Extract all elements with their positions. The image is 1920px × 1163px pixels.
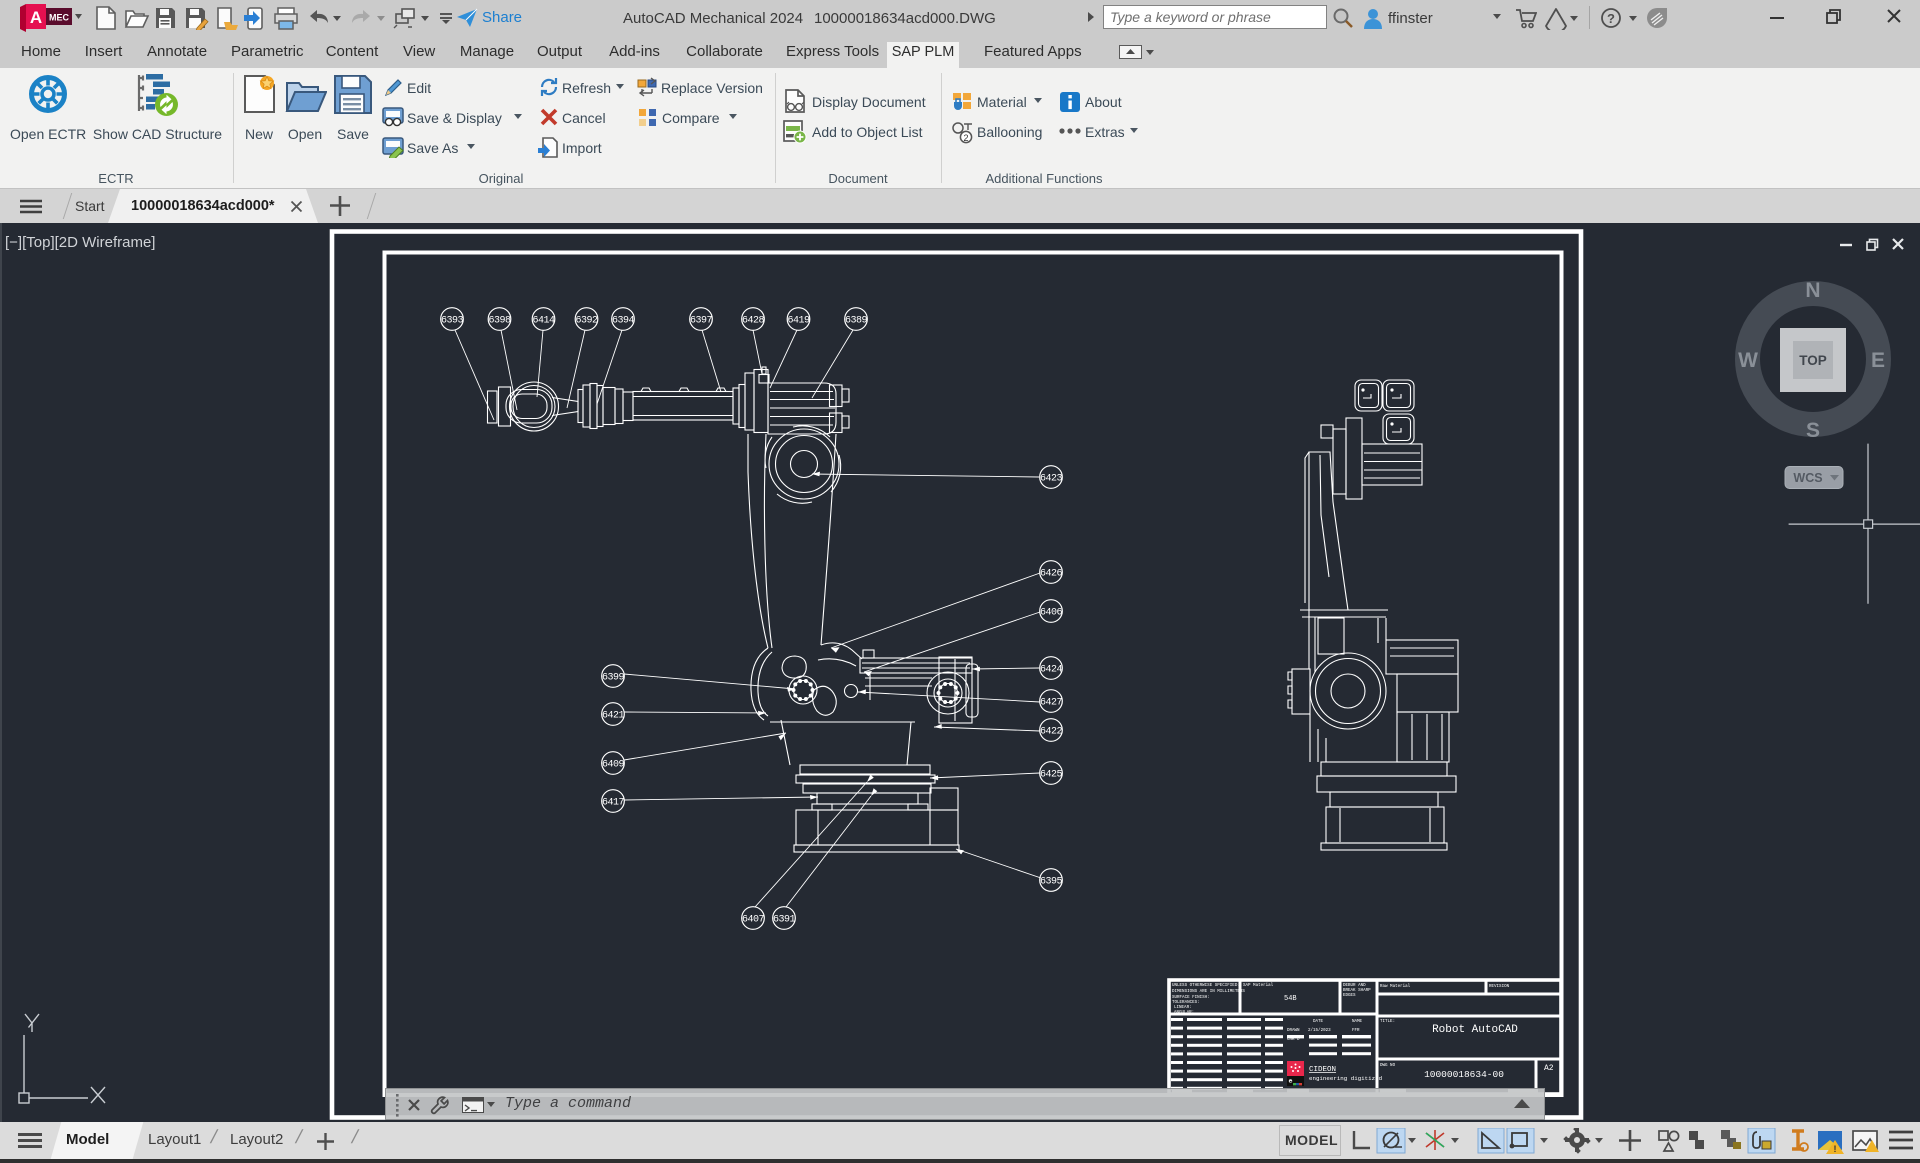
svg-text:6421: 6421 bbox=[602, 711, 625, 722]
svg-text:6407: 6407 bbox=[742, 915, 765, 926]
svg-text:6427: 6427 bbox=[1040, 698, 1063, 709]
svg-text:LINEAR:: LINEAR: bbox=[1174, 1006, 1192, 1010]
svg-text:ANGULAR:: ANGULAR: bbox=[1174, 1011, 1194, 1015]
svg-text:6428: 6428 bbox=[742, 316, 765, 327]
svg-text:TOP: TOP bbox=[1799, 353, 1827, 368]
svg-text:6395: 6395 bbox=[1040, 877, 1063, 888]
svg-text:TOLERANCES:: TOLERANCES: bbox=[1172, 1001, 1200, 1005]
svg-text:54B: 54B bbox=[1284, 995, 1297, 1003]
svg-text:DRAWN: DRAWN bbox=[1287, 1029, 1300, 1033]
svg-text:6417: 6417 bbox=[602, 798, 625, 809]
svg-text:6389: 6389 bbox=[845, 316, 868, 327]
svg-text:MEC: MEC bbox=[49, 13, 70, 23]
svg-text:N: N bbox=[1805, 279, 1820, 302]
svg-text:FFR: FFR bbox=[1352, 1029, 1360, 1033]
svg-text:6399: 6399 bbox=[602, 673, 625, 684]
svg-text:DATE: DATE bbox=[1313, 1020, 1324, 1024]
svg-text:6424: 6424 bbox=[1040, 665, 1063, 676]
svg-text:DWG NO: DWG NO bbox=[1380, 1064, 1396, 1068]
svg-text:REVISION: REVISION bbox=[1489, 985, 1510, 989]
svg-text:W: W bbox=[1738, 349, 1758, 372]
svg-text:DIMENSIONS ARE IN MILLIMETERS: DIMENSIONS ARE IN MILLIMETERS bbox=[1172, 990, 1245, 994]
svg-text:6397: 6397 bbox=[690, 316, 713, 327]
svg-text:2/15/2023: 2/15/2023 bbox=[1308, 1028, 1331, 1033]
svg-text:UNLESS OTHERWISE SPECIFIED:: UNLESS OTHERWISE SPECIFIED: bbox=[1172, 984, 1240, 988]
svg-text:E: E bbox=[1871, 349, 1885, 372]
svg-text:6409: 6409 bbox=[602, 760, 625, 771]
svg-text:6391: 6391 bbox=[773, 915, 796, 926]
svg-text:6394: 6394 bbox=[612, 316, 635, 327]
svg-text:6414: 6414 bbox=[532, 316, 555, 327]
svg-text:2: 2 bbox=[963, 133, 968, 143]
svg-text:CIDEON: CIDEON bbox=[1309, 1066, 1336, 1074]
svg-text:6398: 6398 bbox=[488, 316, 511, 327]
svg-text:WCS: WCS bbox=[1793, 471, 1822, 485]
svg-text:?: ? bbox=[1607, 11, 1615, 26]
svg-text:A2: A2 bbox=[1544, 1064, 1554, 1073]
svg-text:engineering digitized: engineering digitized bbox=[1309, 1075, 1382, 1082]
svg-text:NAME: NAME bbox=[1352, 1020, 1363, 1024]
svg-text:SURFACE FINISH:: SURFACE FINISH: bbox=[1172, 996, 1210, 1000]
svg-text:10000018634-00: 10000018634-00 bbox=[1424, 1069, 1504, 1080]
svg-text:6392: 6392 bbox=[575, 316, 598, 327]
svg-text:Robot AutoCAD: Robot AutoCAD bbox=[1432, 1024, 1518, 1036]
svg-text:EDGES: EDGES bbox=[1343, 994, 1356, 998]
svg-text:6406: 6406 bbox=[1040, 608, 1063, 619]
svg-text:!: ! bbox=[1834, 1144, 1837, 1154]
svg-text:6426: 6426 bbox=[1040, 569, 1063, 580]
svg-text:SAP Material: SAP Material bbox=[1243, 983, 1274, 988]
svg-text:6422: 6422 bbox=[1040, 727, 1063, 738]
svg-text:6423: 6423 bbox=[1040, 474, 1063, 485]
svg-text:6419: 6419 bbox=[787, 316, 810, 327]
svg-text:DEBUR AND: DEBUR AND bbox=[1343, 984, 1366, 988]
svg-text:TITLE:: TITLE: bbox=[1380, 1020, 1395, 1024]
svg-text:A: A bbox=[30, 8, 42, 27]
svg-text:Raw Material: Raw Material bbox=[1380, 984, 1411, 989]
svg-text:BREAK SHARP: BREAK SHARP bbox=[1343, 989, 1371, 993]
svg-text:6393: 6393 bbox=[441, 316, 464, 327]
svg-text:S: S bbox=[1806, 419, 1820, 442]
svg-text:6425: 6425 bbox=[1040, 770, 1063, 781]
